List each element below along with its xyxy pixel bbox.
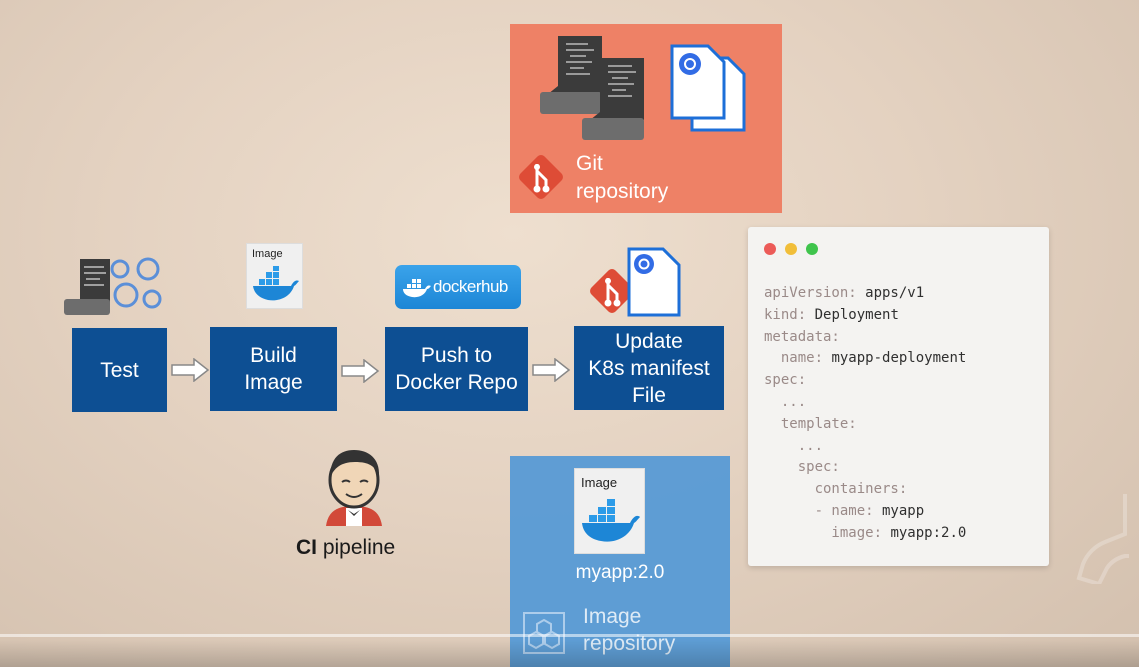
code-key: ... xyxy=(764,393,807,410)
code-line: template: xyxy=(764,414,966,436)
video-progress-bar[interactable] xyxy=(0,634,1139,637)
step-build-line1: Build xyxy=(250,344,297,367)
dockerhub-badge: dockerhub xyxy=(395,265,521,309)
step-update-k8s-manifest: Update K8s manifest File xyxy=(574,326,724,410)
code-value: myapp xyxy=(873,502,925,519)
image-tile-caption: Image xyxy=(252,248,283,260)
code-line: containers: xyxy=(764,479,966,501)
code-line: ... xyxy=(764,392,966,414)
step-update-line1: Update xyxy=(615,329,683,353)
git-label-line1: Git xyxy=(576,152,603,175)
arrow-right-icon xyxy=(341,359,380,383)
arrow-right-icon xyxy=(532,358,571,382)
step-test: Test xyxy=(72,328,167,412)
video-controls-bar xyxy=(0,640,1139,667)
code-line: image: myapp:2.0 xyxy=(764,523,966,545)
hand-pointer-icon xyxy=(1076,494,1129,584)
code-value: Deployment xyxy=(806,306,899,323)
step-build-line2: Image xyxy=(244,371,303,394)
window-close-dot xyxy=(764,243,776,255)
window-maximize-dot xyxy=(806,243,818,255)
test-code-gears-icon xyxy=(64,257,162,315)
jenkins-logo-icon xyxy=(326,450,382,526)
manifest-code: apiVersion: apps/v1 kind: Deployment metad… xyxy=(764,283,966,545)
code-line: apiVersion: apps/v1 xyxy=(764,283,966,305)
k8s-manifest-files-icon xyxy=(670,44,746,132)
code-key: - name: xyxy=(764,502,874,519)
ci-label-bold: CI xyxy=(296,536,317,559)
docker-whale-icon xyxy=(403,279,431,298)
code-line: kind: Deployment xyxy=(764,305,966,327)
arrow-right-icon xyxy=(171,358,210,382)
code-key: name: xyxy=(764,350,824,367)
step-test-label: Test xyxy=(100,358,139,382)
code-line: ... xyxy=(764,436,966,458)
code-key: kind: xyxy=(764,306,807,323)
git-logo-icon xyxy=(519,155,563,199)
k8s-manifest-file-icon xyxy=(627,247,681,317)
image-tile: Image xyxy=(246,243,303,309)
window-minimize-dot xyxy=(785,243,797,255)
docker-whale-icon xyxy=(582,499,640,542)
step-build-image: Build Image xyxy=(210,327,337,411)
image-tag-label: myapp:2.0 xyxy=(575,562,665,583)
code-line: spec: xyxy=(764,457,966,479)
code-value: myapp:2.0 xyxy=(882,524,967,541)
image-tile-caption: Image xyxy=(581,475,618,490)
code-key: ... xyxy=(764,437,824,454)
git-label-line2: repository xyxy=(576,180,669,203)
code-key: metadata: xyxy=(764,328,840,345)
code-value: myapp-deployment xyxy=(823,350,967,367)
code-line: metadata: xyxy=(764,327,966,349)
code-line: - name: myapp xyxy=(764,501,966,523)
image-tile: Image xyxy=(574,468,645,554)
source-code-files-icon xyxy=(540,36,644,140)
step-push-line2: Docker Repo xyxy=(395,371,518,394)
ci-pipeline-label: CI pipeline xyxy=(296,536,395,560)
code-key: template: xyxy=(764,415,857,432)
docker-whale-icon xyxy=(253,266,299,301)
step-update-line2: K8s manifest xyxy=(588,356,710,380)
step-push-docker-repo: Push to Docker Repo xyxy=(385,327,528,411)
ci-label-rest: pipeline xyxy=(317,536,396,559)
code-key: apiVersion: xyxy=(764,285,857,301)
code-line: name: myapp-deployment xyxy=(764,348,966,370)
code-key: spec: xyxy=(764,459,840,476)
step-update-line3: File xyxy=(632,383,666,407)
code-key: image: xyxy=(764,524,883,541)
code-value: apps/v1 xyxy=(856,285,925,301)
git-repository-label: Git repository xyxy=(576,150,668,206)
image-repo-line1: Image xyxy=(583,605,642,628)
k8s-manifest-code-card: apiVersion: apps/v1 kind: Deployment metad… xyxy=(748,227,1049,566)
code-line: spec: xyxy=(764,370,966,392)
dockerhub-text: dockerhub xyxy=(433,277,508,296)
code-key: containers: xyxy=(764,481,908,498)
code-key: spec: xyxy=(764,372,807,389)
step-push-line1: Push to xyxy=(420,344,493,367)
